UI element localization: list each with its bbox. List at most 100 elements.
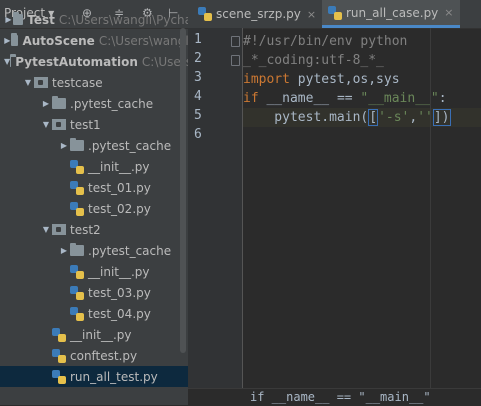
code-area[interactable]: #!/usr/bin/env python _*_coding:utf-8_*_i… bbox=[231, 28, 481, 388]
python-file-icon bbox=[70, 180, 84, 195]
project-panel: Project ▼ ⊕ ≑ ⚙ ⊢ ▶ Test C:\Users\wangli\P… bbox=[0, 0, 188, 405]
tree-item-label: .pytest_cache bbox=[70, 96, 154, 111]
folder-icon bbox=[52, 96, 66, 109]
package-icon bbox=[52, 224, 66, 235]
code-token: ]) bbox=[432, 109, 451, 126]
code-line[interactable]: if __name__ == "__main__": bbox=[243, 89, 481, 108]
code-token: : bbox=[438, 91, 447, 106]
code-token: pytest.main( bbox=[243, 110, 369, 125]
editor-tabs: scene_srzp.py × run_all_case.py × bbox=[188, 0, 481, 29]
tree-folder-item[interactable]: ▼ PytestAutomation C:\Users bbox=[0, 51, 188, 72]
code-token: '-s' bbox=[378, 110, 410, 125]
code-line[interactable] bbox=[243, 127, 481, 146]
tree-file-item[interactable]: test_04.py bbox=[0, 303, 188, 324]
tree-folder-item[interactable]: ▶ AutoScene C:\Users\wangli bbox=[0, 30, 188, 51]
code-token: if bbox=[243, 91, 259, 106]
package-icon bbox=[34, 77, 48, 88]
folder-icon bbox=[10, 54, 17, 67]
tree-folder-item[interactable]: ▼ test1 bbox=[0, 114, 188, 135]
code-token: import bbox=[243, 72, 290, 87]
tree-item-path: C:\Users\wangli bbox=[98, 33, 188, 48]
tree-file-item[interactable]: test_01.py bbox=[0, 177, 188, 198]
line-gutter: 1 2 3 4 5 6 bbox=[188, 28, 243, 388]
code-line[interactable]: pytest.main(['-s','']) bbox=[243, 108, 481, 127]
line-number: 1 bbox=[194, 32, 202, 47]
tree-item-label: Test bbox=[27, 12, 55, 27]
line-number: 3 bbox=[194, 70, 202, 85]
tree-item-label: test_01.py bbox=[88, 180, 151, 195]
collapse-arrow-icon[interactable]: ▶ bbox=[58, 141, 70, 150]
breadcrumb[interactable]: if __name__ == "__main__" bbox=[188, 388, 481, 405]
tree-item-label: __init__.py bbox=[88, 159, 150, 174]
editor: scene_srzp.py × run_all_case.py × 1 2 3 4 5 6 #!… bbox=[188, 0, 481, 405]
tree-file-item[interactable]: conftest.py bbox=[0, 345, 188, 366]
close-icon[interactable]: × bbox=[307, 8, 316, 21]
tree-item-label: test_04.py bbox=[88, 306, 151, 321]
expand-arrow-icon[interactable]: ▼ bbox=[40, 225, 52, 234]
tree-file-item[interactable]: __init__.py bbox=[0, 156, 188, 177]
python-file-icon bbox=[198, 7, 212, 21]
line-number: 4 bbox=[194, 89, 202, 104]
tree-file-item[interactable]: test_03.py bbox=[0, 282, 188, 303]
tree-item-path: C:\Users\wangli\Pycha bbox=[58, 12, 188, 27]
tree-item-label: test1 bbox=[70, 117, 101, 132]
code-token: pytest,os,sys bbox=[289, 72, 400, 87]
folder-icon bbox=[70, 138, 84, 151]
package-icon bbox=[52, 119, 66, 130]
tree-folder-item[interactable]: ▶ .pytest_cache bbox=[0, 135, 188, 156]
tree-folder-item[interactable]: ▶ .pytest_cache bbox=[0, 93, 188, 114]
tab-label: run_all_case.py bbox=[346, 5, 439, 20]
code-token: __name__ bbox=[258, 91, 337, 106]
fold-marker-icon[interactable] bbox=[231, 36, 240, 47]
collapse-arrow-icon[interactable]: ▶ bbox=[40, 99, 52, 108]
tree-folder-item[interactable]: ▼ test2 bbox=[0, 219, 188, 240]
tree-item-label: .pytest_cache bbox=[88, 138, 172, 153]
line-number: 6 bbox=[194, 127, 202, 142]
editor-tab[interactable]: scene_srzp.py × bbox=[192, 0, 322, 28]
code-token: "__main__" bbox=[360, 91, 439, 106]
collapse-arrow-icon[interactable]: ▶ bbox=[58, 246, 70, 255]
tree-item-label: test_02.py bbox=[88, 201, 151, 216]
collapse-arrow-icon[interactable]: ▶ bbox=[4, 36, 11, 45]
python-file-icon bbox=[328, 5, 342, 20]
tree-file-item[interactable]: run_all_test.py bbox=[0, 366, 188, 387]
tree-file-item[interactable]: test_02.py bbox=[0, 198, 188, 219]
code-line[interactable]: import pytest,os,sys bbox=[243, 70, 481, 89]
tree-item-label: run_all_test.py bbox=[70, 369, 158, 384]
tree-folder-item[interactable]: ▶ .pytest_cache bbox=[0, 240, 188, 261]
tree-item-label: __init__.py bbox=[70, 327, 132, 342]
line-number: 5 bbox=[194, 108, 202, 123]
tree-folder-item[interactable]: ▶ Test C:\Users\wangli\Pycha bbox=[0, 9, 188, 30]
python-file-icon bbox=[52, 369, 66, 384]
tab-label: scene_srzp.py bbox=[216, 7, 301, 21]
python-file-icon bbox=[70, 264, 84, 279]
line-number: 2 bbox=[194, 51, 202, 66]
code-token: #!/usr/bin/env python bbox=[243, 34, 408, 49]
tree-item-label: .pytest_cache bbox=[88, 243, 172, 258]
tree-scrollbar[interactable] bbox=[180, 28, 186, 353]
editor-tab[interactable]: run_all_case.py × bbox=[322, 0, 460, 28]
tree-item-label: PytestAutomation bbox=[15, 54, 138, 69]
folder-icon bbox=[12, 12, 24, 25]
collapse-arrow-icon[interactable]: ▶ bbox=[4, 15, 13, 24]
expand-arrow-icon[interactable]: ▼ bbox=[40, 120, 52, 129]
tree-item-label: test2 bbox=[70, 222, 101, 237]
tree-file-item[interactable]: __init__.py bbox=[0, 261, 188, 282]
tree-folder-item[interactable]: ▼ testcase bbox=[0, 72, 188, 93]
right-margin-guide bbox=[430, 28, 431, 388]
close-icon[interactable]: × bbox=[444, 6, 453, 19]
code-token: _*_coding:utf-8_*_ bbox=[243, 53, 384, 68]
python-file-icon bbox=[52, 348, 66, 363]
code-line[interactable]: #!/usr/bin/env python bbox=[243, 32, 481, 51]
folder-icon bbox=[70, 243, 84, 256]
tree-item-label: test_03.py bbox=[88, 285, 151, 300]
python-file-icon bbox=[70, 201, 84, 216]
python-file-icon bbox=[70, 285, 84, 300]
python-file-icon bbox=[52, 327, 66, 342]
fold-marker-icon[interactable] bbox=[231, 55, 240, 66]
expand-arrow-icon[interactable]: ▼ bbox=[22, 78, 34, 87]
code-line[interactable]: _*_coding:utf-8_*_ bbox=[243, 51, 481, 70]
code-token: [ bbox=[368, 109, 379, 126]
folder-icon bbox=[10, 33, 19, 46]
tree-file-item[interactable]: __init__.py bbox=[0, 324, 188, 345]
